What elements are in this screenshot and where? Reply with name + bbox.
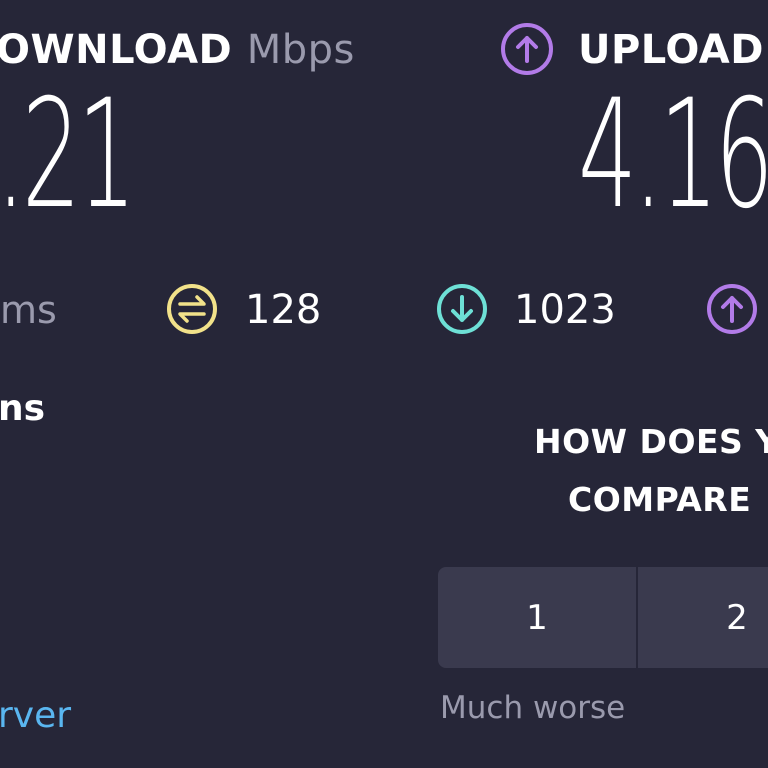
upload-header: UPLOAD — [578, 26, 764, 74]
compare-title-line2: COMPARE — [568, 480, 752, 519]
partial-latency-text: ns — [0, 388, 46, 429]
rating-option-1[interactable]: 1 — [438, 567, 636, 668]
upload-speed-value: 4.16 — [578, 68, 768, 242]
download-latency: 1023 — [514, 284, 616, 336]
jitter: 128 — [245, 284, 321, 336]
unloaded-latency-unit: ms — [0, 288, 57, 332]
compare-title-line1: HOW DOES Y — [534, 422, 768, 461]
jitter-value: 128 — [245, 287, 322, 333]
download-latency-value: 1023 — [514, 287, 616, 333]
download-label: OWNLOAD — [0, 27, 233, 73]
upload-icon — [501, 23, 553, 75]
change-server-link[interactable]: rver — [0, 695, 71, 736]
rating-option-2[interactable]: 2 — [638, 567, 768, 668]
upload-label: UPLOAD — [578, 27, 764, 73]
upload-latency-icon — [707, 284, 757, 334]
unloaded-latency: ms — [0, 284, 57, 336]
rating-low-label: Much worse — [440, 690, 626, 726]
download-header: OWNLOAD Mbps — [0, 26, 355, 74]
jitter-icon — [167, 284, 217, 334]
download-speed-value: .21 — [0, 68, 136, 242]
download-latency-icon — [437, 284, 487, 334]
download-unit: Mbps — [246, 27, 355, 73]
rating-scale: 1 2 — [438, 567, 768, 668]
